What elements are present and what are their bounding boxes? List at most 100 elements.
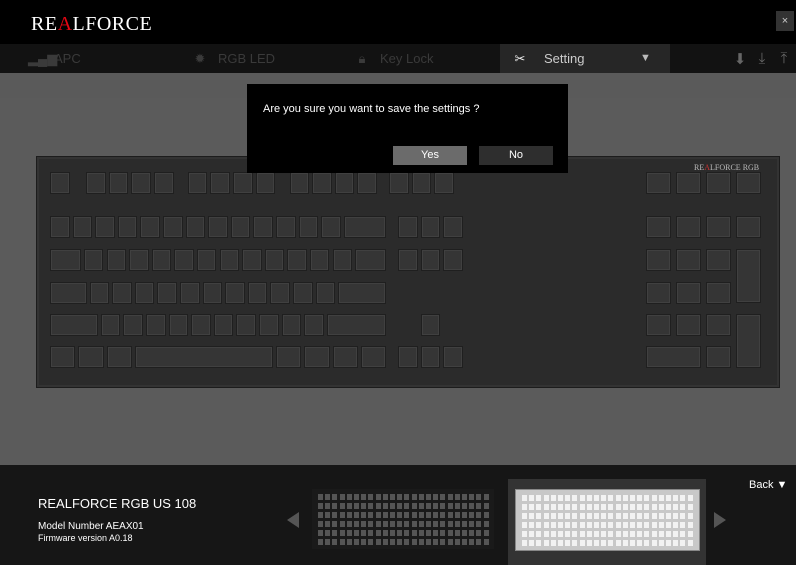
thumbnail-key xyxy=(565,540,571,546)
keyboard-thumbnail-black[interactable] xyxy=(312,489,494,549)
thumbnail-key xyxy=(565,513,571,519)
keyboard-key xyxy=(168,314,189,336)
yes-button[interactable]: Yes xyxy=(393,146,467,165)
keyboard-key xyxy=(95,216,115,238)
thumbnail-key xyxy=(565,504,571,510)
keyboard-key xyxy=(50,172,70,194)
thumbnail-key xyxy=(673,522,679,528)
keyboard-key xyxy=(398,249,418,271)
thumbnail-key xyxy=(318,539,323,545)
prev-keyboard-arrow-icon[interactable] xyxy=(287,512,299,528)
thumbnail-key xyxy=(601,513,607,519)
keyboard-key xyxy=(191,314,211,336)
keyboard-key xyxy=(264,249,285,271)
thumbnail-key xyxy=(418,512,424,518)
keyboard-key xyxy=(50,314,98,336)
thumbnail-key xyxy=(476,503,482,509)
thumbnail-key xyxy=(404,521,410,527)
keyboard-key xyxy=(108,172,129,194)
keyboard-key xyxy=(213,314,234,336)
chevron-down-icon[interactable]: ▼ xyxy=(640,44,651,73)
thumbnail-key xyxy=(666,504,671,510)
close-button[interactable]: × xyxy=(776,11,794,31)
keyboard-key xyxy=(420,249,441,271)
thumbnail-key xyxy=(411,494,417,500)
numpad-key xyxy=(736,172,761,194)
keyboard-key xyxy=(153,172,174,194)
upload-icon[interactable]: ⤒ xyxy=(774,50,794,68)
thumbnail-key xyxy=(426,521,431,527)
thumbnail-key xyxy=(418,503,424,509)
keyboard-key xyxy=(420,346,441,368)
thumbnail-key xyxy=(687,540,693,546)
numpad-key xyxy=(736,249,761,303)
thumbnail-key xyxy=(608,531,614,537)
thumbnail-key xyxy=(550,531,556,537)
thumbnail-key xyxy=(346,512,352,518)
tab-setting[interactable]: ✂ Setting ▼ xyxy=(500,44,670,73)
keyboard-key xyxy=(117,216,138,238)
thumbnail-key xyxy=(418,530,424,536)
tab-rgb-led[interactable]: ✹ RGB LED xyxy=(192,44,276,73)
thumbnail-key xyxy=(462,521,467,527)
thumbnail-key xyxy=(390,503,395,509)
thumbnail-key xyxy=(397,512,403,518)
thumbnail-key xyxy=(354,521,359,527)
thumbnail-key xyxy=(433,494,439,500)
thumbnail-key xyxy=(565,531,571,537)
no-button[interactable]: No xyxy=(479,146,553,165)
keyboard-key xyxy=(50,346,76,368)
download-icon[interactable]: ⤓ xyxy=(752,50,772,68)
thumbnail-key xyxy=(666,513,671,519)
thumbnail-key xyxy=(368,539,374,545)
thumbnail-key xyxy=(536,531,542,537)
thumbnail-key xyxy=(397,530,403,536)
keyboard-key xyxy=(292,282,313,304)
thumbnail-key xyxy=(462,494,467,500)
keyboard-key xyxy=(332,249,353,271)
tab-key-lock[interactable]: 🔒︎ Key Lock xyxy=(354,44,434,73)
thumbnail-key xyxy=(601,504,607,510)
tab-apc[interactable]: ▂▄▆APC xyxy=(28,44,81,73)
keyboard-key xyxy=(236,314,257,336)
keyboard-thumbnail-white[interactable] xyxy=(515,489,700,551)
thumbnail-key xyxy=(637,504,643,510)
keyboard-download-icon[interactable]: ⬇ xyxy=(730,50,750,68)
keyboard-key xyxy=(208,216,228,238)
numpad-key xyxy=(676,216,701,238)
back-button[interactable]: Back ▼ xyxy=(749,479,787,491)
thumbnail-key xyxy=(529,522,535,528)
thumbnail-key xyxy=(558,522,563,528)
thumbnail-key xyxy=(529,540,535,546)
numpad-key xyxy=(646,282,671,304)
thumbnail-key xyxy=(543,495,549,501)
thumbnail-key xyxy=(368,521,374,527)
thumbnail-key xyxy=(637,495,643,501)
thumbnail-key xyxy=(680,504,686,510)
keyboard-key xyxy=(163,216,183,238)
thumbnail-key xyxy=(404,512,410,518)
numpad-key xyxy=(736,314,761,368)
keyboard-key xyxy=(112,282,132,304)
keyboard-key xyxy=(202,282,223,304)
next-keyboard-arrow-icon[interactable] xyxy=(714,512,726,528)
thumbnail-key xyxy=(354,494,359,500)
thumbnail-key xyxy=(608,504,614,510)
keyboard-key xyxy=(289,172,310,194)
thumbnail-key xyxy=(558,495,563,501)
numpad-key xyxy=(706,172,731,194)
thumbnail-key xyxy=(565,522,571,528)
keyboard-key xyxy=(78,346,104,368)
thumbnail-key xyxy=(615,495,621,501)
thumbnail-key xyxy=(318,494,323,500)
keyboard-key xyxy=(106,249,127,271)
thumbnail-key xyxy=(658,531,664,537)
thumbnail-key xyxy=(332,539,338,545)
thumbnail-key xyxy=(615,513,621,519)
thumbnail-key xyxy=(572,504,578,510)
thumbnail-key xyxy=(476,530,482,536)
thumbnail-key xyxy=(325,539,331,545)
thumbnail-key xyxy=(426,503,431,509)
thumbnail-key xyxy=(418,494,424,500)
thumbnail-key xyxy=(390,521,395,527)
